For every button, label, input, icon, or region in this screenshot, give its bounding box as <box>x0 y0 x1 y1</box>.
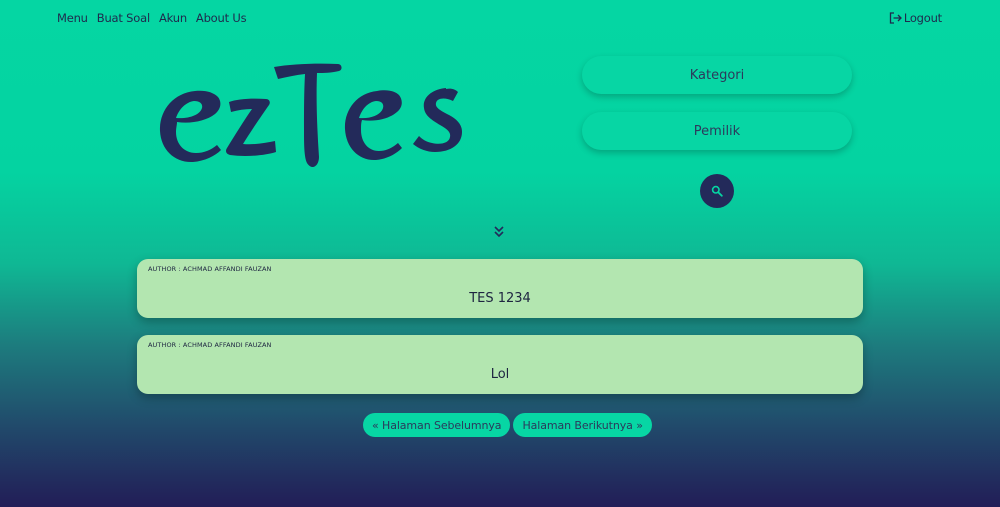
quiz-title: Lol <box>490 367 510 382</box>
quiz-card[interactable]: AUTHOR : ACHMAD AFFANDI FAUZAN TES 1234 <box>137 259 863 318</box>
logout-icon <box>889 12 902 24</box>
quiz-card[interactable]: AUTHOR : ACHMAD AFFANDI FAUZAN Lol <box>137 335 863 394</box>
top-nav: Menu Buat Soal Akun About Us <box>57 11 255 25</box>
pemilik-label: Pemilik <box>693 123 741 139</box>
logout-button[interactable]: Logout <box>889 11 942 25</box>
nav-buat-soal-link[interactable]: Buat Soal <box>97 11 150 25</box>
search-button[interactable] <box>700 174 734 208</box>
logout-label: Logout <box>903 11 942 25</box>
next-page-button[interactable]: Halaman Berikutnya » <box>513 413 652 437</box>
previous-page-button[interactable]: « Halaman Sebelumnya <box>363 413 511 437</box>
nav-akun-link[interactable]: Akun <box>159 11 187 25</box>
pagination: « Halaman Sebelumnya Halaman Berikutnya … <box>363 413 652 437</box>
quiz-title: TES 1234 <box>469 291 531 306</box>
quiz-author: AUTHOR : ACHMAD AFFANDI FAUZAN <box>148 265 272 273</box>
search-icon <box>711 185 723 197</box>
double-chevron-down-icon[interactable] <box>493 225 505 238</box>
quiz-author: AUTHOR : ACHMAD AFFANDI FAUZAN <box>148 341 272 349</box>
nav-about-us-link[interactable]: About Us <box>196 11 247 25</box>
kategori-label: Kategori <box>689 67 745 83</box>
pemilik-button[interactable]: Pemilik <box>582 112 852 150</box>
kategori-button[interactable]: Kategori <box>582 56 852 94</box>
eztes-logo[interactable] <box>155 58 475 183</box>
nav-menu-link[interactable]: Menu <box>57 11 88 25</box>
